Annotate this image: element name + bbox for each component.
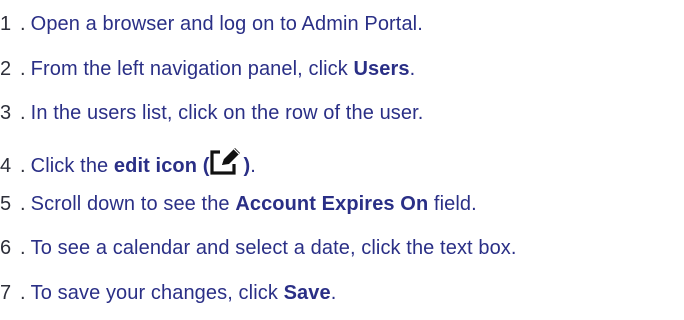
step-item-4: 4. Click the edit icon ().: [0, 146, 256, 178]
step-bold-text: Save: [283, 282, 331, 304]
step-text-after: .: [250, 155, 256, 177]
step-bold-text: Users: [353, 58, 410, 80]
step-number: 1: [0, 13, 12, 35]
step-text: Scroll down to see the: [30, 193, 236, 215]
step-text-after: .: [330, 282, 337, 304]
step-text: Open a browser and log on to Admin Porta…: [30, 13, 423, 35]
step-bold-text: edit icon (: [113, 155, 210, 177]
step-number: 6: [0, 237, 12, 259]
step-text: From the left navigation panel, click: [30, 58, 354, 80]
step-text: In the users list, click on the row of t…: [30, 102, 424, 124]
step-text-after: field.: [428, 193, 477, 215]
instruction-steps-list: 1. Open a browser and log on to Admin Por…: [0, 0, 684, 320]
step-number: 3: [0, 102, 12, 124]
step-bold-text: Account Expires On: [235, 193, 429, 215]
step-item-5: 5. Scroll down to see the Account Expires…: [0, 193, 477, 215]
step-item-2: 2. From the left navigation panel, click …: [0, 58, 416, 80]
step-number: 5: [0, 193, 12, 215]
step-number: 4: [0, 155, 12, 177]
step-text: To see a calendar and select a date, cli…: [30, 237, 517, 259]
step-text: To save your changes, click: [30, 282, 284, 304]
step-item-6: 6. To see a calendar and select a date, c…: [0, 237, 517, 259]
edit-icon: [210, 146, 243, 176]
step-number: 7: [0, 282, 12, 304]
step-text: Click the: [30, 155, 114, 177]
step-item-3: 3. In the users list, click on the row of…: [0, 102, 424, 124]
step-text-after: .: [409, 58, 416, 80]
step-number: 2: [0, 58, 12, 80]
step-item-7: 7. To save your changes, click Save.: [0, 282, 337, 304]
step-item-1: 1. Open a browser and log on to Admin Por…: [0, 13, 423, 35]
